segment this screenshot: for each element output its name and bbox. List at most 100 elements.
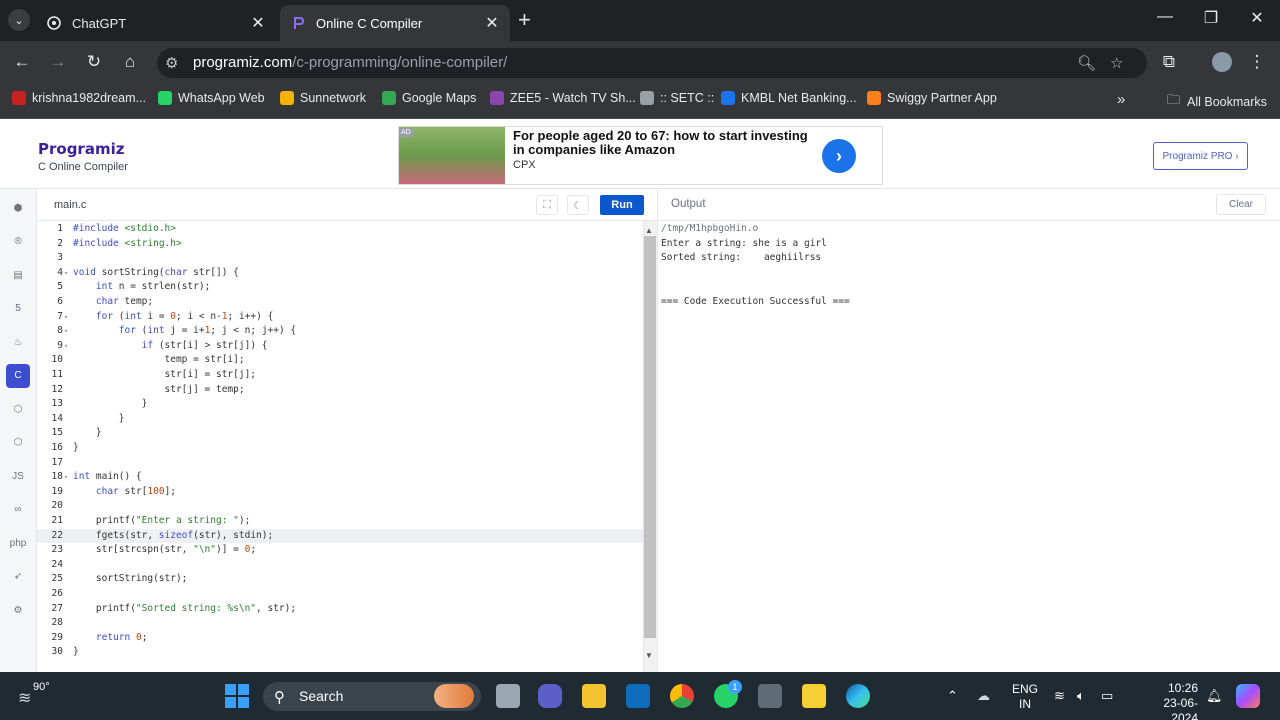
edge-icon[interactable] [846,684,870,708]
url-text[interactable]: programiz.com/c-programming/online-compi… [193,54,507,71]
code-line[interactable]: 16} [37,441,643,456]
language-indicator[interactable]: ENG IN [1012,682,1038,712]
extensions-icon[interactable]: ⧉ [1158,52,1180,72]
cpp-icon[interactable]: ⬡ [6,397,30,421]
code-line[interactable]: 15 } [37,426,643,441]
code-line[interactable]: 2 #include <string.h> [37,237,643,252]
home-icon[interactable]: ⌂ [119,52,141,72]
csharp-icon[interactable]: ⬡ [6,431,30,455]
python-icon[interactable]: ⬢ [6,196,30,220]
bookmark-item[interactable]: WhatsApp Web [158,91,265,105]
forward-icon[interactable]: → [47,52,69,72]
show-hidden-icons-icon[interactable]: ⌃ [947,688,958,704]
reload-icon[interactable]: ↻ [83,52,105,72]
window-close-icon[interactable]: ✕ [1242,8,1272,28]
code-line[interactable]: 6 char temp; [37,295,643,310]
code-line[interactable]: 28 [37,616,643,631]
calculator-icon[interactable] [758,684,782,708]
notification-bell-icon[interactable]: 🔔︎ [1206,688,1223,704]
system-clock[interactable]: 10:26 23-06-2024 [1146,681,1198,720]
code-line[interactable]: 4 ▾ void sortString(char str[]) { [37,266,643,281]
ad-arrow-button[interactable]: › [822,139,856,173]
code-line[interactable]: 11 str[i] = str[j]; [37,368,643,383]
wifi-icon[interactable]: ≋ [1054,688,1065,704]
bookmark-item[interactable]: KMBL Net Banking... [721,91,857,105]
profile-avatar[interactable] [1212,52,1232,72]
onedrive-icon[interactable]: ☁ [977,688,990,704]
code-line[interactable]: 10 temp = str[i]; [37,353,643,368]
code-line[interactable]: 29 return 0; [37,631,643,646]
code-line[interactable]: 19 char str[100]; [37,485,643,500]
bookmark-item[interactable]: ZEE5 - Watch TV Sh... [490,91,636,105]
swift-icon[interactable]: ➶ [6,565,30,589]
tab-close-icon[interactable]: ✕ [250,13,266,33]
code-line[interactable]: 3 [37,251,643,266]
programiz-pro-button[interactable]: Programiz PRO › [1153,142,1248,170]
search-highlight-art[interactable] [434,684,474,708]
code-line[interactable]: 13 } [37,397,643,412]
site-info-icon[interactable]: ⚙ [165,54,178,72]
bookmarks-overflow-icon[interactable]: » [1117,91,1125,108]
code-line[interactable]: 20 [37,499,643,514]
code-line[interactable]: 24 [37,558,643,573]
weather-icon[interactable]: ≋ [18,688,31,708]
fold-toggle-icon[interactable]: ▾ [64,470,68,485]
code-line[interactable]: 8 ▾ for (int j = i+1; j < n; j++) { [37,324,643,339]
tab-search-menu-button[interactable]: ⌄ [8,9,30,31]
all-bookmarks[interactable]: 🗀 All Bookmarks [1167,91,1267,113]
chrome-icon[interactable] [670,684,694,708]
bookmark-item[interactable]: Google Maps [382,91,476,105]
back-icon[interactable]: ← [11,52,33,72]
dark-mode-icon[interactable]: ☾ [567,195,589,215]
code-line[interactable]: 27 printf("Sorted string: %s\n", str); [37,602,643,617]
zoom-icon[interactable]: 🔍︎ [1077,54,1096,72]
rust-icon[interactable]: ⚙ [6,598,30,622]
code-line[interactable]: 12 str[j] = temp; [37,383,643,398]
bookmark-item[interactable]: Swiggy Partner App [867,91,997,105]
code-line[interactable]: 30} [37,645,643,660]
battery-icon[interactable]: ▭ [1101,688,1113,704]
copilot-icon[interactable] [1236,684,1260,708]
code-line[interactable]: 5 int n = strlen(str); [37,280,643,295]
code-line[interactable]: 17 [37,456,643,471]
ad-headline[interactable]: For people aged 20 to 67: how to start i… [513,129,818,157]
file-tab-main-c[interactable]: main.c [54,199,86,211]
bookmark-item[interactable]: krishna1982dream... [12,91,146,105]
tab-online-c-compiler[interactable]: Online C Compiler ✕ [280,5,510,41]
fold-toggle-icon[interactable]: ▾ [64,324,68,339]
php-icon[interactable]: php [6,531,30,555]
teams-chat-icon[interactable] [538,684,562,708]
clear-button[interactable]: Clear [1216,194,1266,215]
code-line[interactable]: 21 printf("Enter a string: "); [37,514,643,529]
volume-icon[interactable]: 🔈︎ [1077,688,1085,704]
code-line[interactable]: 9 ▾ if (str[i] > str[j]) { [37,339,643,354]
code-line[interactable]: 22 fgets(str, sizeof(str), stdin); [37,528,643,544]
code-line[interactable]: 18 ▾ int main() { [37,470,643,485]
fold-toggle-icon[interactable]: ▾ [64,310,68,325]
code-line[interactable]: 1 #include <stdio.h> [37,222,643,237]
weather-temperature[interactable]: 90° [33,681,50,693]
sql-icon[interactable]: ▤ [6,263,30,287]
file-explorer-icon[interactable] [582,684,606,708]
browser-menu-icon[interactable]: ⋮ [1246,52,1268,72]
outlook-icon[interactable] [626,684,650,708]
bookmark-star-icon[interactable]: ☆ [1110,54,1123,72]
new-tab-button[interactable]: + [518,8,531,32]
minimize-icon[interactable]: — [1150,8,1180,26]
task-view-icon[interactable] [496,684,520,708]
go-icon[interactable]: ∞ [6,498,30,522]
fold-toggle-icon[interactable]: ▾ [64,266,68,281]
scroll-down-icon[interactable]: ▼ [645,651,653,660]
sticky-notes-icon[interactable] [802,684,826,708]
html-icon[interactable]: 5 [6,297,30,321]
editor-scrollbar-thumb[interactable] [644,236,656,638]
js-icon[interactable]: JS [6,464,30,488]
code-line[interactable]: 25 sortString(str); [37,572,643,587]
fullscreen-icon[interactable]: ⛶ [536,195,558,215]
code-line[interactable]: 23 str[strcspn(str, "\n")] = 0; [37,543,643,558]
windows-start-icon[interactable] [225,684,249,708]
scroll-up-icon[interactable]: ▲ [645,226,653,235]
bookmark-item[interactable]: :: SETC :: [640,91,714,105]
ad-image[interactable] [399,127,505,184]
fold-toggle-icon[interactable]: ▾ [64,339,68,354]
